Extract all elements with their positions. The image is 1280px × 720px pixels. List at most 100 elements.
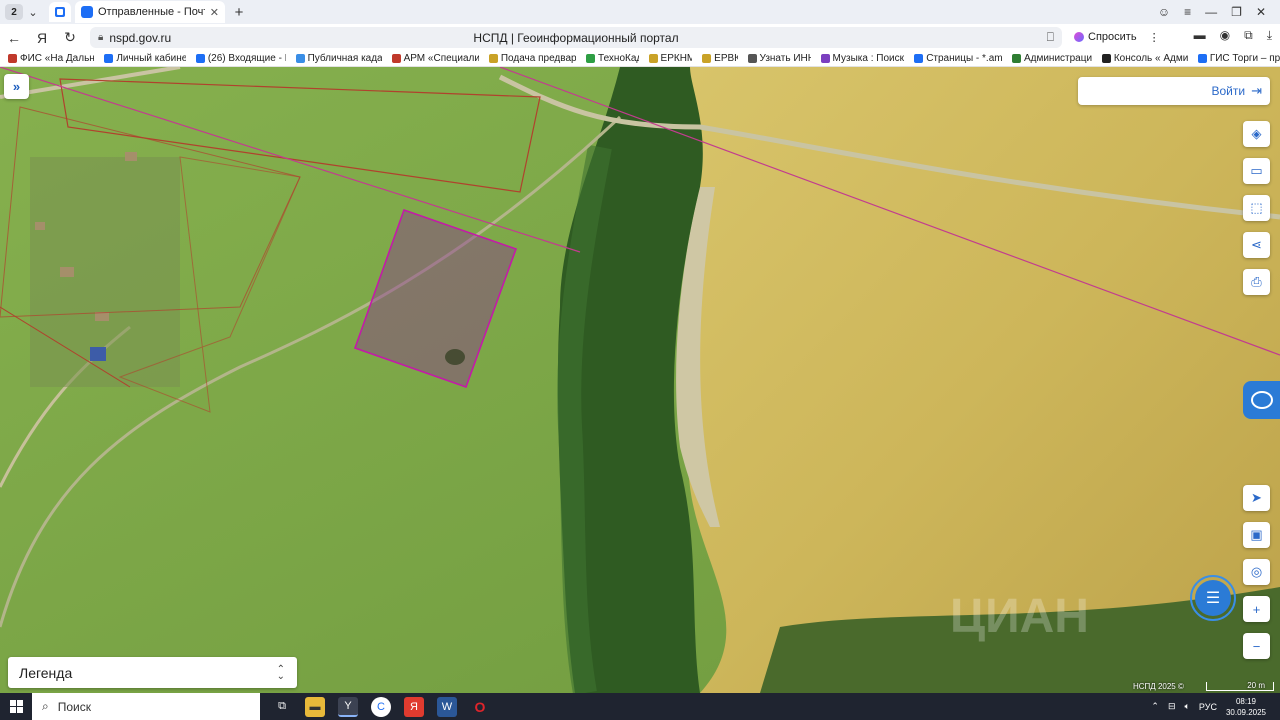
login-icon: ⇥ xyxy=(1251,83,1262,98)
close-tab-icon[interactable]: ✕ xyxy=(210,6,219,19)
bookmark-favicon-icon xyxy=(914,54,924,63)
bookmark-favicon-icon xyxy=(702,54,712,63)
map-scale: 20 m xyxy=(1206,682,1274,691)
tab-mail[interactable]: Отправленные - Почта М ✕ xyxy=(75,1,225,23)
bookmark-item[interactable]: ФИС «На Дальни xyxy=(8,53,94,64)
yandex-browser-icon[interactable]: Y xyxy=(338,696,358,717)
zoom-in-button[interactable]: + xyxy=(1243,596,1270,622)
satellite-map[interactable]: ЦИАН xyxy=(0,67,1280,693)
map-view[interactable]: ЦИАН xyxy=(0,67,1280,693)
browser-titlebar: 2 ⌄ Отправленные - Почта М ✕ + ☺ ≡ — ❐ ✕ xyxy=(0,0,1280,24)
bookmark-favicon-icon xyxy=(8,54,17,63)
taskbar-apps: ⧉ ▬ Y C Я W O xyxy=(272,696,490,717)
legend-dropdown[interactable]: Легенда ⌃ ⌄ xyxy=(8,657,297,688)
bookmark-item[interactable]: ТехноКад xyxy=(586,53,639,64)
menu-icon[interactable]: ≡ xyxy=(1184,5,1191,19)
bookmark-favicon-icon xyxy=(195,54,205,63)
bookmark-item[interactable]: Подача предвари xyxy=(488,53,576,64)
profile-icon[interactable]: ☺ xyxy=(1158,5,1170,19)
volume-icon[interactable]: 🔈︎ xyxy=(1185,701,1190,712)
file-explorer-icon[interactable]: ▬ xyxy=(305,696,325,717)
bookmark-favicon-icon xyxy=(1011,54,1021,63)
ask-button[interactable]: Спросить ⋮ xyxy=(1068,27,1166,47)
new-tab-button[interactable]: + xyxy=(229,2,249,22)
bookmark-item[interactable]: (26) Входящие - П xyxy=(195,53,286,64)
restore-icon[interactable]: ❐ xyxy=(1231,5,1242,19)
bookmark-favicon-icon xyxy=(820,54,830,63)
network-icon[interactable]: ⊟ xyxy=(1168,701,1176,712)
share-button[interactable]: ⋖ xyxy=(1243,232,1270,258)
yandex-icon[interactable]: Я xyxy=(404,696,424,717)
bookmark-label: АРМ «Специалис xyxy=(403,53,479,64)
more-icon[interactable]: ⋮ xyxy=(1149,31,1160,44)
app-icon[interactable]: C xyxy=(371,696,391,717)
select-area-button[interactable]: ⬚ xyxy=(1243,195,1270,221)
ruler-button[interactable]: ▭ xyxy=(1243,158,1270,184)
close-window-icon[interactable]: ✕ xyxy=(1256,5,1266,19)
svg-text:ЦИАН: ЦИАН xyxy=(950,590,1089,643)
extension-icon[interactable]: ▬ xyxy=(1194,28,1206,43)
login-button[interactable]: Войти ⇥ xyxy=(1078,77,1270,105)
bookmark-item[interactable]: ГИС Торги – пра xyxy=(1197,53,1280,64)
bookmark-item[interactable]: Администрация xyxy=(1011,53,1092,64)
date: 30.09.2025 xyxy=(1225,707,1266,717)
bookmark-item[interactable]: Страницы - *.amu xyxy=(914,53,1002,64)
feedback-button[interactable] xyxy=(1243,381,1280,419)
download-icon[interactable]: ⤓ xyxy=(1267,28,1272,43)
start-button[interactable] xyxy=(0,693,32,720)
reload-icon[interactable]: ↻ xyxy=(56,26,84,50)
time: 08:19 xyxy=(1235,696,1256,706)
page-title: НСПД | Геоинформационный портал xyxy=(473,30,679,45)
system-tray: ⌃ ⊟ 🔈︎ РУС 08:19 30.09.2025 xyxy=(1151,696,1280,718)
opera-icon[interactable]: O xyxy=(470,697,490,717)
bookmark-item[interactable]: АРМ «Специалис xyxy=(391,53,479,64)
bookmark-item[interactable]: Личный кабинет xyxy=(104,53,186,64)
url-field[interactable]: 🔒︎ nspd.gov.ru НСПД | Геоинформационный … xyxy=(90,27,1062,48)
minimap-button[interactable]: ▣ xyxy=(1243,522,1270,548)
zoom-out-button[interactable]: − xyxy=(1243,633,1270,659)
bookmark-item[interactable]: ЕРВК xyxy=(702,53,738,64)
bookmark-item[interactable]: Музыка : Поиск - xyxy=(820,53,904,64)
tab-title: Отправленные - Почта М xyxy=(98,6,205,18)
bookmark-favicon-icon xyxy=(391,54,401,63)
clock[interactable]: 08:19 30.09.2025 xyxy=(1226,696,1266,718)
bookmark-label: ТехноКад xyxy=(598,53,639,64)
legend-label: Легенда xyxy=(19,664,73,681)
map-attribution: НСПД 2025 © xyxy=(1133,682,1184,691)
back-icon[interactable]: ← xyxy=(0,26,28,50)
taskbar-search[interactable]: ⌕ Поиск xyxy=(32,693,260,720)
word-icon[interactable]: W xyxy=(437,696,457,717)
geolocation-button[interactable]: ◎ xyxy=(1243,559,1270,585)
chat-button[interactable]: ☰ xyxy=(1190,575,1236,621)
address-bar: ← Я ↻ 🔒︎ nspd.gov.ru НСПД | Геоинформаци… xyxy=(0,24,1280,51)
tab-counter[interactable]: 2 xyxy=(5,4,23,20)
print-button[interactable]: ⎙ xyxy=(1243,269,1270,295)
bookmark-label: ГИС Торги – пра xyxy=(1209,53,1280,64)
bookmarks-panel-icon[interactable]: ⧉ xyxy=(1244,28,1253,43)
bookmark-item[interactable]: Публичная кадас xyxy=(295,53,382,64)
bookmark-icon[interactable]: ⎕ xyxy=(1047,30,1054,45)
bookmark-item[interactable]: Узнать ИНН xyxy=(747,53,811,64)
language-indicator[interactable]: РУС xyxy=(1199,702,1217,712)
bookmark-favicon-icon xyxy=(1197,54,1207,63)
locate-button[interactable]: ➤ xyxy=(1243,485,1270,511)
bookmark-item[interactable]: ЕРКНМ xyxy=(648,53,692,64)
minimap-icon: ▣ xyxy=(1250,527,1263,542)
chevron-up-icon[interactable]: ⌃ xyxy=(1151,701,1159,712)
extension-icon[interactable]: ◉ xyxy=(1220,28,1230,43)
print-icon: ⎙ xyxy=(1251,274,1262,289)
url-text: nspd.gov.ru xyxy=(109,30,172,45)
search-label: Поиск xyxy=(57,699,91,714)
login-label: Войти xyxy=(1211,84,1246,98)
minimize-icon[interactable]: — xyxy=(1205,5,1217,19)
yandex-icon[interactable]: Я xyxy=(28,26,56,50)
bookmark-item[interactable]: Консоль « Админ xyxy=(1101,53,1188,64)
nspd-tab-icon[interactable] xyxy=(49,2,71,22)
bookmark-favicon-icon xyxy=(295,54,305,63)
layers-button[interactable]: ◈ xyxy=(1243,121,1270,147)
expand-panel-button[interactable]: » xyxy=(4,74,29,99)
chevron-down-icon[interactable]: ⌄ xyxy=(23,2,43,22)
bookmark-favicon-icon xyxy=(747,54,757,63)
task-view-icon[interactable]: ⧉ xyxy=(272,697,292,717)
feedback-icon xyxy=(1250,391,1273,409)
